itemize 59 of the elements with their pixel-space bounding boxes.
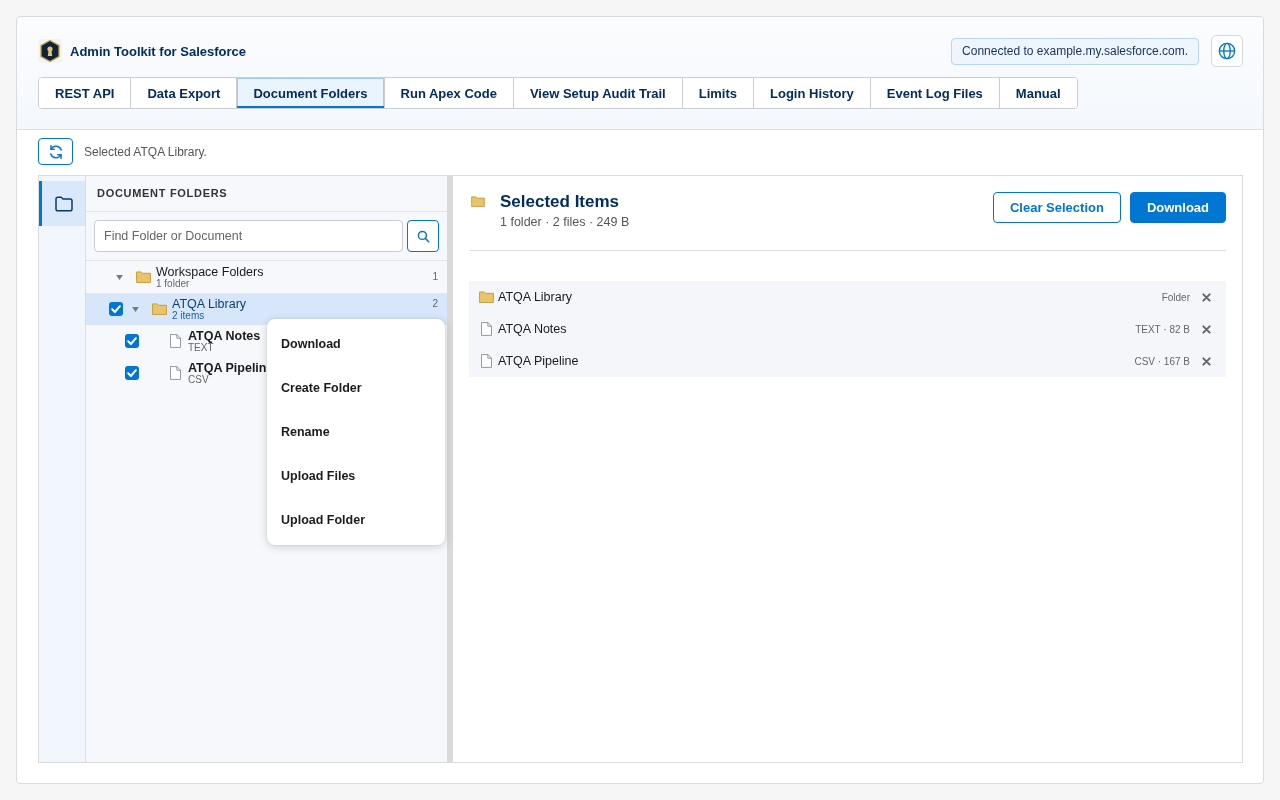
connection-status: Connected to example.my.salesforce.com. <box>951 37 1199 65</box>
refresh-button[interactable] <box>38 138 73 165</box>
tree-row[interactable]: ATQA Library 2 items 2 <box>86 293 447 325</box>
close-icon[interactable] <box>1202 356 1211 366</box>
item-meta: CSV · 167 B <box>1134 355 1190 367</box>
checkbox[interactable] <box>125 334 139 348</box>
item-meta: TEXT · 82 B <box>1135 323 1190 335</box>
rail-item[interactable] <box>39 181 85 226</box>
folder-icon <box>54 195 73 212</box>
node-count: 1 <box>432 271 438 282</box>
node-name: Workspace Folders <box>156 265 264 279</box>
item-name: ATQA Notes <box>498 322 568 336</box>
item-name: ATQA Library <box>498 290 574 304</box>
close-icon[interactable] <box>1202 292 1211 302</box>
menu-item[interactable]: Download <box>267 322 445 366</box>
search-field[interactable]: Find Folder or Document <box>94 220 403 252</box>
tree-row[interactable]: Workspace Folders 1 folder 1 <box>86 261 447 293</box>
secondary-button[interactable]: Clear Selection <box>992 192 1121 223</box>
panel-heading: DOCUMENT FOLDERS <box>86 176 447 212</box>
node-name: ATQA Library <box>172 297 247 311</box>
caret-icon[interactable] <box>115 274 123 280</box>
refresh-icon <box>47 143 64 160</box>
file-icon <box>480 354 492 368</box>
node-detail: TEXT <box>188 343 214 353</box>
status-message: Selected ATQA Library. <box>84 144 207 159</box>
app-title: Admin Toolkit for Salesforce <box>70 43 246 59</box>
caret-icon[interactable] <box>131 306 139 312</box>
menu-item[interactable]: Rename <box>267 410 445 454</box>
search-icon <box>416 229 430 243</box>
node-detail: 1 folder <box>156 279 190 289</box>
item-name: ATQA Pipeline <box>498 354 580 368</box>
language-button[interactable] <box>1211 35 1243 67</box>
folder-icon <box>471 196 485 207</box>
panel-title: Selected Items <box>500 192 621 212</box>
node-name: ATQA Pipelin <box>188 361 267 375</box>
search-button[interactable] <box>407 220 439 252</box>
node-detail: CSV <box>188 375 209 385</box>
hexagon-keyhole-icon <box>38 39 62 63</box>
item-meta: Folder <box>1161 291 1190 303</box>
file-icon <box>169 334 181 348</box>
file-icon <box>480 322 492 336</box>
folder-icon <box>135 271 151 283</box>
nav-tab[interactable]: Manual <box>998 78 1077 108</box>
globe-icon <box>1218 42 1236 60</box>
close-icon[interactable] <box>1202 324 1211 334</box>
checkbox[interactable] <box>109 302 123 316</box>
node-count: 2 <box>432 298 438 309</box>
folder-icon <box>151 303 167 315</box>
node-detail: 2 items <box>172 311 205 321</box>
checkbox[interactable] <box>125 366 139 380</box>
selection-summary: 1 folder · 2 files · 249 B <box>500 215 630 229</box>
file-icon <box>169 366 181 380</box>
primary-button[interactable]: Download <box>1129 192 1226 223</box>
node-name: ATQA Notes <box>188 329 261 343</box>
menu-item[interactable]: Create Folder <box>267 366 445 410</box>
folder-icon <box>478 291 494 303</box>
menu-item[interactable]: Upload Files <box>267 454 445 498</box>
menu-item[interactable]: Upload Folder <box>267 498 445 542</box>
nav-tab[interactable]: Document Folders <box>236 78 384 108</box>
